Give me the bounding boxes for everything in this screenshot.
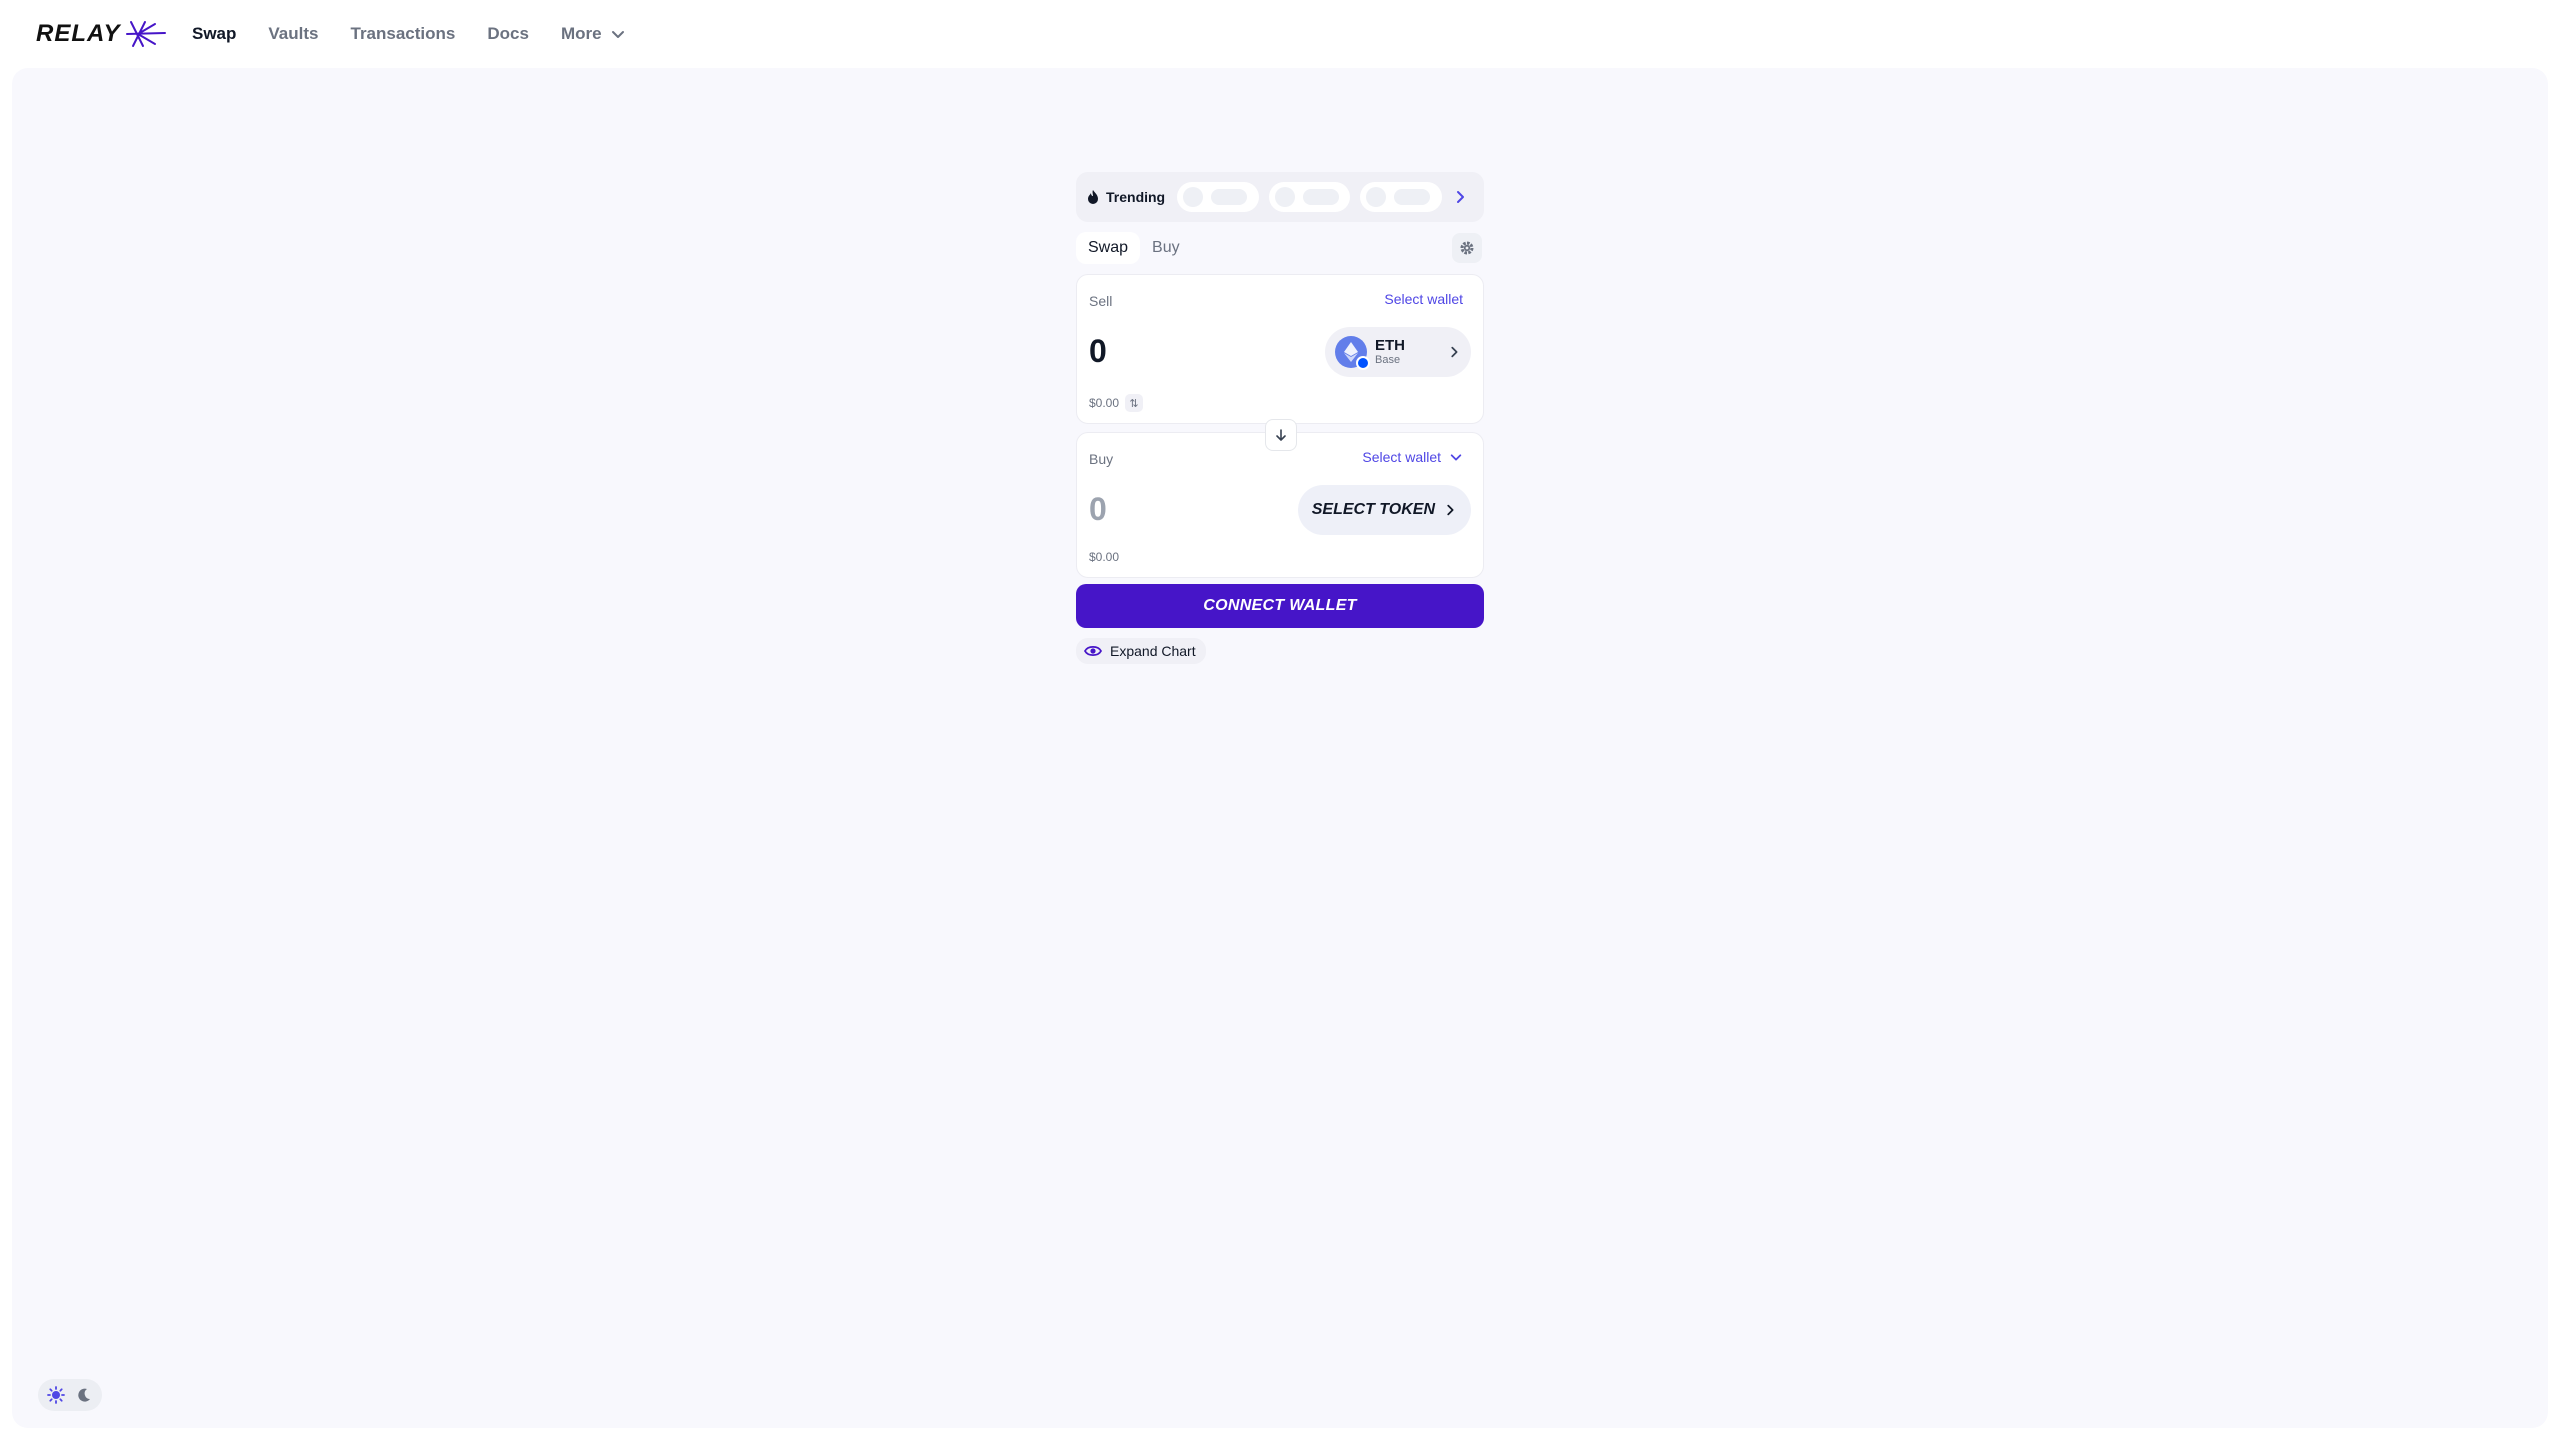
gear-icon [1460,241,1474,255]
sell-token-selector[interactable]: ETH Base [1325,327,1471,377]
chevron-right-icon [1447,504,1454,516]
eth-token-icon [1335,336,1370,370]
sell-label: Sell [1089,293,1113,309]
base-chain-badge-icon [1356,356,1370,370]
buy-select-wallet[interactable]: Select wallet [1362,449,1463,465]
trending-token-placeholder[interactable] [1268,182,1351,212]
top-navigation: RELAY Swap Vaults Transactions Docs More [0,0,2560,68]
expand-chart-button[interactable]: Expand Chart [1076,638,1206,664]
connect-wallet-button[interactable]: CONNECT WALLET [1076,584,1484,628]
swap-widget: Trending Swap Buy Sell Select wallet 0 E… [1076,172,1484,664]
sell-amount-input[interactable] [1089,333,1289,370]
sell-token-symbol: ETH [1375,336,1405,354]
relay-logo[interactable]: RELAY [36,18,167,50]
trending-label: Trending [1086,189,1165,205]
tab-buy[interactable]: Buy [1140,232,1192,264]
theme-toggle[interactable] [38,1379,102,1411]
buy-select-token-button[interactable]: SELECT TOKEN [1297,485,1471,535]
usd-toggle-icon[interactable]: ⇅ [1125,394,1144,412]
chevron-right-icon [1451,346,1458,358]
sell-usd-row: $0.00 ⇅ [1089,394,1144,412]
chevron-down-icon [1450,454,1462,461]
flame-icon [1088,190,1098,204]
expand-chart-label: Expand Chart [1110,643,1196,659]
logo-text: RELAY [36,20,121,47]
sell-token-chain: Base [1375,354,1401,367]
buy-panel: Buy Select wallet SELECT TOKEN $0.00 [1076,419,1484,578]
buy-usd-value: $0.00 [1089,550,1120,564]
arrow-down-icon [1276,429,1286,441]
nav-more[interactable]: More [561,24,626,44]
nav-transactions[interactable]: Transactions [351,24,456,44]
select-token-label: SELECT TOKEN [1311,501,1435,518]
trending-token-placeholder[interactable] [1177,182,1259,212]
sell-usd-value: $0.00 [1089,396,1120,410]
swap-buy-tabs: Swap Buy [1076,224,1484,272]
trending-token-placeholder[interactable] [1360,182,1442,212]
nav-docs[interactable]: Docs [487,24,529,44]
buy-amount-input[interactable] [1089,491,1289,528]
moon-icon[interactable] [71,1382,97,1408]
chevron-right-icon [1457,191,1464,203]
trending-next-button[interactable] [1452,189,1468,205]
trending-bar: Trending [1076,172,1484,222]
tab-swap[interactable]: Swap [1076,232,1141,264]
eye-icon [1084,645,1102,657]
nav-more-label: More [560,24,602,43]
nav-swap[interactable]: Swap [192,24,236,44]
buy-label: Buy [1089,451,1114,467]
buy-select-wallet-label: Select wallet [1362,449,1441,465]
sell-select-wallet[interactable]: Select wallet [1384,291,1463,307]
sell-panel: Sell Select wallet ETH Base $0.00 ⇅ [1076,274,1484,424]
sun-icon[interactable] [43,1382,69,1408]
settings-button[interactable] [1452,233,1482,263]
relay-star-icon [125,21,166,47]
flip-direction-button[interactable] [1265,419,1297,451]
chevron-down-icon [611,31,624,38]
nav-links: Swap Vaults Transactions Docs More [192,0,658,68]
nav-vaults[interactable]: Vaults [268,24,318,44]
trending-text: Trending [1106,189,1166,205]
